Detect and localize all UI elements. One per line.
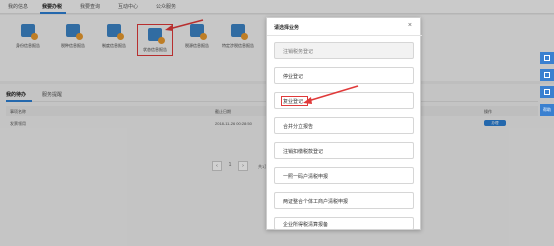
business-select-dialog: 请选择业务 × 注销税务登记 停业登记 复业登记 合并分立报告 注销扣缴税款登记…	[266, 17, 422, 230]
option-individual-clearance[interactable]: 两证整合个体工商户清税申报	[274, 192, 414, 209]
dialog-title: 请选择业务	[274, 25, 300, 31]
help-button[interactable]: 帮助	[540, 104, 554, 116]
annotation-arrow	[303, 85, 359, 104]
option-label: 注销税务登记	[283, 49, 314, 55]
option-label: 注销扣缴税款登记	[283, 149, 324, 155]
option-label: 停业登记	[283, 74, 304, 80]
toolbar-button[interactable]	[540, 86, 554, 98]
grid-icon	[544, 72, 550, 78]
edit-icon	[544, 89, 550, 95]
window-icon	[544, 55, 550, 61]
option-income-tax-liquidation[interactable]: 企业所得税清算报备	[274, 217, 414, 230]
option-suspend-registration[interactable]: 停业登记	[274, 67, 414, 84]
option-merger-report[interactable]: 合并分立报告	[274, 117, 414, 134]
option-label: 一照一码户清税申报	[283, 174, 329, 180]
toolbar-button[interactable]	[540, 52, 554, 64]
option-label: 两证整合个体工商户清税申报	[283, 199, 349, 205]
option-label: 企业所得税清算报备	[283, 222, 329, 228]
option-cancel-withholding[interactable]: 注销扣缴税款登记	[274, 142, 414, 159]
close-icon[interactable]: ×	[408, 22, 412, 29]
option-label: 合并分立报告	[283, 124, 314, 130]
option-single-code-clearance[interactable]: 一照一码户清税申报	[274, 167, 414, 184]
divider	[267, 35, 422, 36]
toolbar-button[interactable]	[540, 69, 554, 81]
option-cancel-registration[interactable]: 注销税务登记	[274, 42, 414, 59]
